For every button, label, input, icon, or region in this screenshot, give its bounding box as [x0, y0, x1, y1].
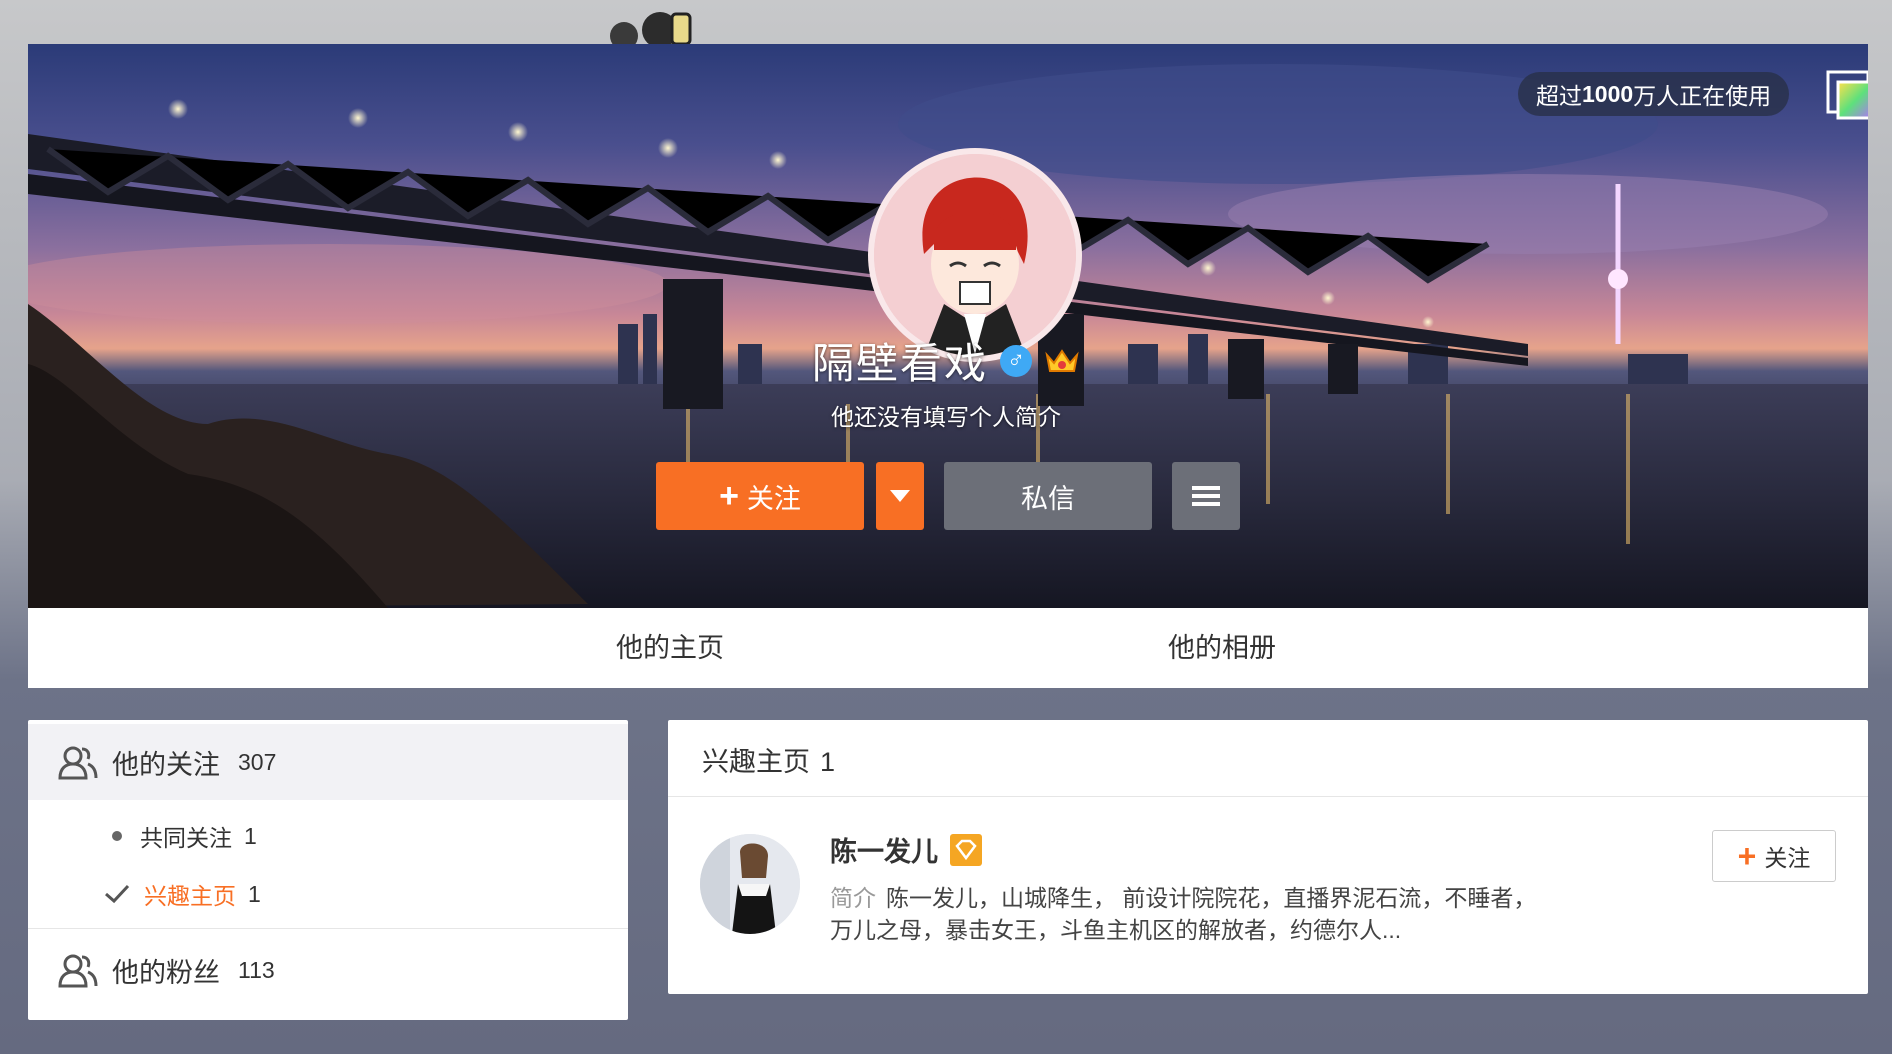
interest-avatar[interactable]: [700, 834, 800, 934]
fans-count: 113: [238, 956, 275, 983]
bullet-dot-icon: [112, 831, 122, 841]
following-item[interactable]: 他的关注 307: [28, 724, 628, 800]
mutual-following-item[interactable]: 共同关注 1: [28, 808, 628, 864]
follow-dropdown-button[interactable]: [876, 462, 924, 530]
description-label: 简介: [830, 885, 876, 911]
interest-name[interactable]: 陈一发儿: [830, 830, 938, 869]
user-count-number: 1000: [1582, 80, 1634, 107]
interest-follow-label: 关注: [1764, 845, 1811, 871]
interest-label: 兴趣主页: [144, 883, 236, 909]
nickname-row: 隔壁看戏 ♂: [0, 330, 1892, 391]
user-count-prefix: 超过: [1536, 83, 1582, 109]
interest-pages-item[interactable]: 兴趣主页 1: [28, 866, 628, 922]
panel-title-count: 1: [820, 747, 836, 777]
message-button[interactable]: 私信: [944, 462, 1152, 530]
mutual-count: 1: [244, 822, 257, 849]
users-icon: [58, 954, 98, 988]
mutual-label: 共同关注: [140, 825, 232, 851]
tab-album[interactable]: 他的相册: [1168, 608, 1276, 688]
profile-nickname: 隔壁看戏: [811, 340, 988, 387]
panel-title-label: 兴趣主页: [702, 747, 810, 777]
following-count: 307: [238, 748, 277, 775]
person-photo-icon: [700, 834, 800, 934]
avatar-cartoon-icon: [874, 154, 1076, 356]
relations-panel: 他的关注 307 共同关注 1 兴趣主页 1 他的粉丝 113: [28, 720, 628, 1020]
user-count-badge: 超过 1000 万人正在使用: [1518, 72, 1790, 116]
hamburger-icon: [1192, 486, 1220, 506]
divider: [28, 928, 628, 929]
divider: [668, 796, 1868, 797]
user-count-suffix: 万人正在使用: [1633, 83, 1772, 109]
users-icon: [58, 746, 98, 780]
profile-tabs: 他的主页 他的相册: [28, 608, 1868, 688]
follow-label: 关注: [746, 483, 801, 514]
skin-palette-icon[interactable]: [1826, 70, 1868, 122]
fans-item[interactable]: 他的粉丝 113: [28, 932, 628, 1008]
caret-down-icon: [890, 490, 910, 502]
description-text: 陈一发儿，山城降生， 前设计院院花，直播界泥石流，不睡者，万儿之母，暴击女王，斗…: [830, 885, 1537, 943]
lamp-decoration-icon: [610, 12, 692, 48]
interest-pages-panel: 兴趣主页 1 陈一发儿 简介 陈一发儿，山城降生， 前设计院院花，直播界泥石流，不睡…: [668, 720, 1868, 994]
profile-bio: 他还没有填写个人简介: [831, 404, 1061, 430]
diamond-vip-icon: [950, 834, 982, 866]
follow-button[interactable]: + 关注: [656, 462, 864, 530]
male-gender-icon: ♂: [1000, 344, 1032, 377]
interest-count: 1: [248, 880, 261, 907]
following-label: 他的关注: [112, 749, 220, 780]
message-label: 私信: [1021, 483, 1075, 514]
plus-icon: +: [719, 476, 739, 515]
plus-icon: +: [1737, 837, 1757, 874]
check-icon: [105, 884, 130, 904]
more-menu-button[interactable]: [1172, 462, 1240, 530]
panel-title: 兴趣主页 1: [702, 740, 835, 779]
interest-description: 简介 陈一发儿，山城降生， 前设计院院花，直播界泥石流，不睡者，万儿之母，暴击女王…: [830, 882, 1550, 946]
tab-home[interactable]: 他的主页: [616, 608, 724, 688]
crown-vip-icon: [1045, 348, 1079, 372]
interest-follow-button[interactable]: + 关注: [1712, 830, 1836, 882]
fans-label: 他的粉丝: [112, 957, 220, 988]
